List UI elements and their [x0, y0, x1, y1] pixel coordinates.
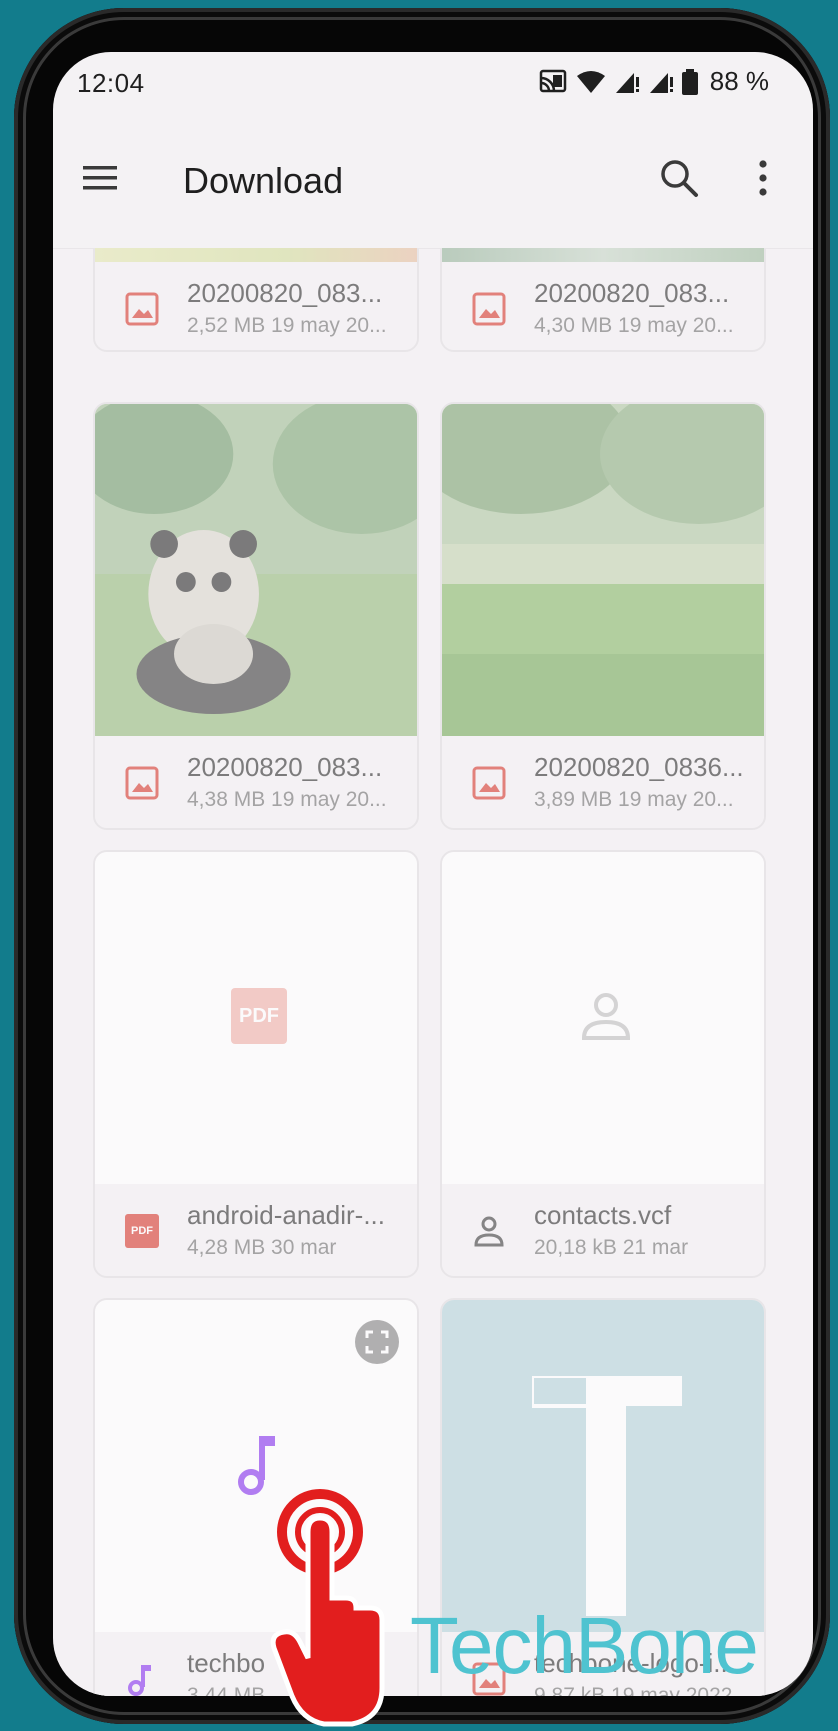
file-name: 20200820_0836...	[534, 752, 744, 782]
file-meta: 4,38 MB 19 may 20...	[187, 788, 387, 811]
image-file-icon	[472, 766, 506, 800]
pdf-thumbnail: PDF	[95, 852, 417, 1184]
status-icons: 88 %	[538, 66, 769, 97]
techbone-logo-graphic	[532, 1376, 682, 1616]
file-card[interactable]: 20200820_0836... 3,89 MB 19 may 20...	[440, 402, 766, 830]
search-icon[interactable]	[657, 156, 701, 200]
image-thumbnail	[442, 248, 764, 262]
contact-file-icon	[474, 1216, 504, 1247]
cast-icon	[539, 69, 566, 92]
watermark: TechBone	[410, 1601, 759, 1690]
page-title: Download	[183, 160, 344, 201]
image-thumbnail	[95, 248, 417, 262]
contact-large-icon	[581, 993, 631, 1040]
card-footer: 20200820_083... 4,30 MB 19 may 20...	[442, 262, 764, 350]
audio-file-icon	[128, 1665, 151, 1696]
file-name: 20200820_083...	[187, 752, 383, 782]
file-grid: 20200820_083... 2,52 MB 19 may 20... 202…	[53, 248, 813, 1696]
battery-percent: 88 %	[709, 66, 769, 96]
image-file-icon	[125, 292, 159, 326]
card-footer: 20200820_0836... 3,89 MB 19 may 20...	[442, 736, 764, 828]
file-meta: 4,28 MB 30 mar	[187, 1236, 337, 1259]
status-bar: 12:04 88 %	[53, 52, 813, 118]
file-meta: 20,18 kB 21 mar	[534, 1236, 689, 1259]
pdf-label: PDF	[239, 1005, 279, 1027]
hamburger-menu-icon[interactable]	[81, 158, 121, 198]
file-card[interactable]: 20200820_083... 4,30 MB 19 may 20...	[440, 248, 766, 352]
card-footer: PDF android-anadir-... 4,28 MB 30 mar	[95, 1184, 417, 1276]
wifi-icon	[576, 70, 605, 93]
file-card[interactable]: PDF PDF android-anadir-... 4,28 MB 30 ma…	[93, 850, 419, 1278]
file-meta: 4,30 MB 19 may 20...	[534, 314, 734, 337]
file-meta: 3,44 MB	[187, 1684, 266, 1696]
pdf-large-icon: PDF	[231, 988, 287, 1044]
card-footer: 20200820_083... 4,38 MB 19 may 20...	[95, 736, 417, 828]
more-vert-icon[interactable]	[753, 156, 773, 200]
battery-icon	[681, 68, 698, 95]
status-time: 12:04	[77, 68, 145, 98]
file-meta: 3,89 MB 19 may 20...	[534, 788, 734, 811]
file-name: android-anadir-...	[187, 1200, 385, 1230]
signal-roaming-icon	[649, 72, 673, 93]
file-name: techbo	[187, 1648, 266, 1678]
file-name: 20200820_083...	[187, 278, 383, 308]
tap-hand-icon	[270, 1489, 385, 1727]
app-bar: Download	[53, 118, 813, 249]
pdf-icon-label: PDF	[131, 1225, 153, 1237]
logo-image-thumbnail	[442, 1300, 764, 1632]
signal-icon	[615, 72, 639, 93]
file-card[interactable]: 20200820_083... 4,38 MB 19 may 20...	[93, 402, 419, 830]
card-footer: contacts.vcf 20,18 kB 21 mar	[442, 1184, 764, 1276]
contact-thumbnail	[442, 852, 764, 1184]
file-card[interactable]: contacts.vcf 20,18 kB 21 mar	[440, 850, 766, 1278]
panda-photo-thumbnail	[95, 404, 417, 736]
card-footer: 20200820_083... 2,52 MB 19 may 20...	[95, 262, 417, 350]
image-file-icon	[472, 292, 506, 326]
fullscreen-icon[interactable]	[355, 1320, 399, 1364]
pdf-file-icon: PDF	[125, 1214, 159, 1248]
file-card[interactable]: 20200820_083... 2,52 MB 19 may 20...	[93, 248, 419, 352]
image-file-icon	[125, 766, 159, 800]
grass-photo-thumbnail	[442, 404, 764, 736]
screen: 12:04 88 % Download 20200820_083... 2,52…	[53, 52, 813, 1696]
file-meta: 2,52 MB 19 may 20...	[187, 314, 387, 337]
file-name: 20200820_083...	[534, 278, 730, 308]
file-name: contacts.vcf	[534, 1200, 672, 1230]
music-note-large-icon	[238, 1436, 275, 1495]
